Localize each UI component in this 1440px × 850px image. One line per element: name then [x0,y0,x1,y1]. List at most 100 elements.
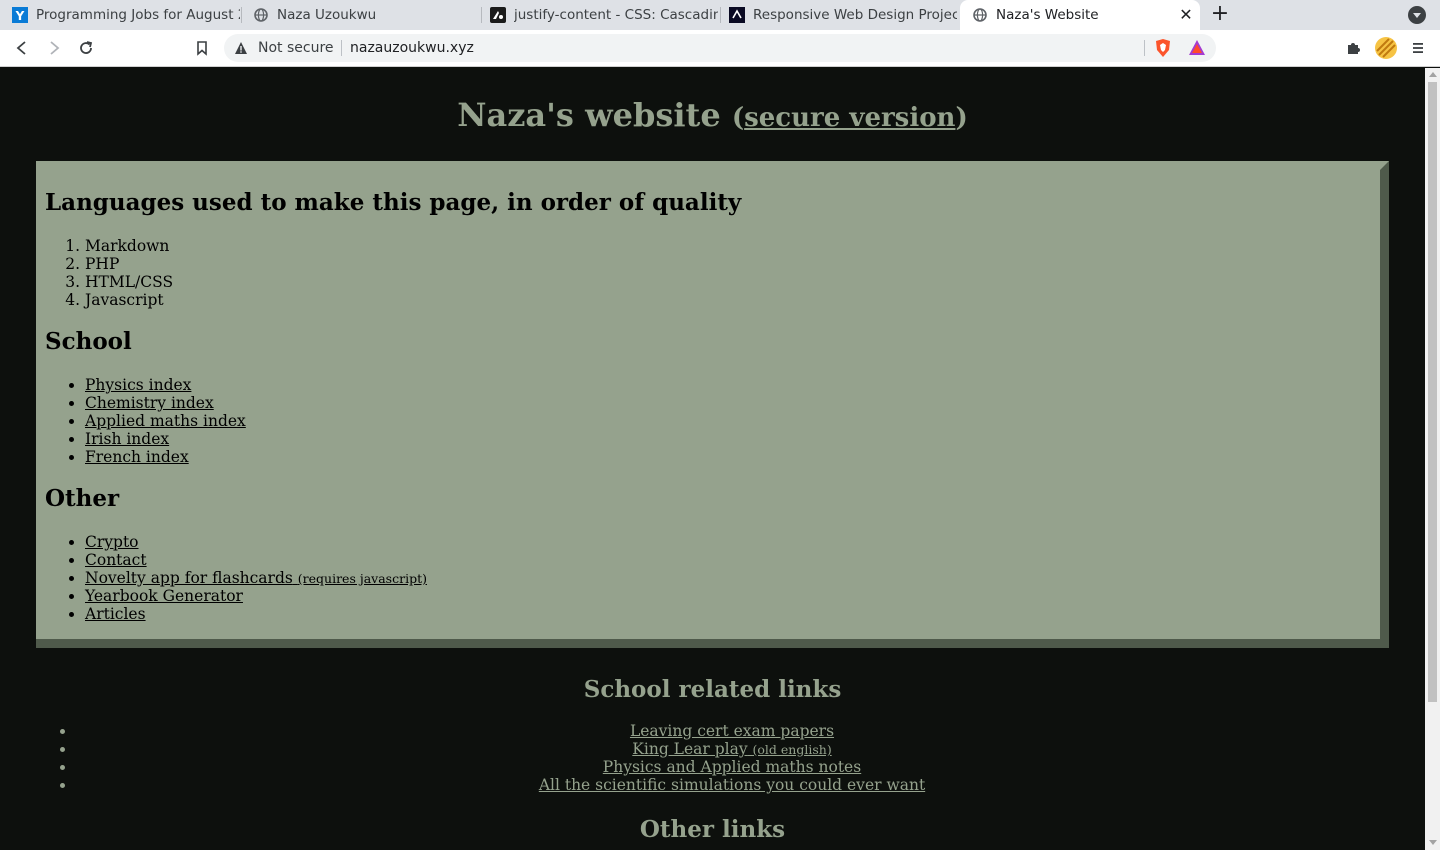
globe-icon [972,7,988,23]
list-item: Physics index [85,376,246,394]
list-item: Chemistry index [85,394,246,412]
tab-strip: Y Programming Jobs for August 2 Naza Uzo… [0,0,1440,30]
reload-button[interactable] [76,38,96,58]
secure-version-link[interactable]: secure version [744,103,955,133]
physics-index-link[interactable]: Physics index [85,376,191,394]
irish-index-link[interactable]: Irish index [85,430,169,448]
tab-responsive-web-design[interactable]: Responsive Web Design Projec [717,0,957,30]
list-item: All the scientific simulations you could… [76,776,1388,794]
reload-icon [80,41,93,54]
address-bar[interactable]: Not secure nazauzoukwu.xyz [224,34,1216,62]
list-item: PHP [85,255,173,273]
tab-nazas-website[interactable]: Naza's Website ✕ [960,0,1200,30]
security-label[interactable]: Not secure [258,40,334,56]
languages-list: Markdown PHP HTML/CSS Javascript [85,237,173,309]
list-item: French index [85,448,246,466]
list-item: Applied maths index [85,412,246,430]
king-lear-note: (old english) [752,742,832,757]
list-item: Crypto [85,533,427,551]
brave-shields-icon[interactable] [1154,38,1172,62]
page-viewport: Naza's website (secure version) Language… [0,68,1425,850]
divider [1144,40,1145,56]
tab-title: Naza Uzoukwu [277,7,377,23]
svg-text:Y: Y [15,9,25,23]
secure-version-wrapper: (secure version) [732,103,968,133]
list-item: Physics and Applied maths notes [76,758,1388,776]
freecodecamp-icon [729,7,745,23]
browser-toolbar: Not secure nazauzoukwu.xyz [0,30,1440,67]
back-button[interactable] [12,38,32,58]
french-index-link[interactable]: French index [85,448,189,466]
new-tab-button[interactable]: + [1208,3,1232,27]
forward-arrow-icon [50,41,60,55]
mdn-icon [490,7,506,23]
list-item: Yearbook Generator [85,587,427,605]
extensions-button[interactable] [1344,38,1364,58]
list-item: Markdown [85,237,173,255]
bookmark-button[interactable] [192,38,212,58]
list-item: Leaving cert exam papers [76,722,1388,740]
site-title-text: Naza's website [457,96,721,134]
scientific-simulations-link[interactable]: All the scientific simulations you could… [539,776,925,794]
tab-title: Responsive Web Design Projec [753,7,957,23]
school-list: Physics index Chemistry index Applied ma… [85,376,246,466]
brave-rewards-icon[interactable] [1188,39,1206,61]
tab-search-icon[interactable] [1408,6,1426,24]
yearbook-generator-link[interactable]: Yearbook Generator [85,587,243,605]
school-heading: School [45,328,132,355]
close-tab-icon[interactable]: ✕ [1178,7,1194,23]
box-corner [36,639,45,648]
forward-button[interactable] [44,38,64,58]
crypto-link[interactable]: Crypto [85,533,139,551]
languages-heading: Languages used to make this page, in ord… [45,189,742,216]
tab-title: Programming Jobs for August 2 [36,7,240,23]
hamburger-menu-icon [1413,43,1423,53]
main-content-box: Languages used to make this page, in ord… [36,161,1389,648]
divider [341,40,342,56]
tab-naza-uzoukwu[interactable]: Naza Uzoukwu [241,0,481,30]
tab-title: justify-content - CSS: Cascading [514,7,718,23]
king-lear-label: King Lear play [632,740,748,758]
king-lear-link[interactable]: King Lear play (old english) [632,740,831,758]
warning-icon[interactable] [234,40,248,59]
list-item: Irish index [85,430,246,448]
page-title: Naza's website (secure version) [0,96,1425,134]
avatar [1375,37,1397,59]
paren-close: ) [955,103,968,133]
list-item: King Lear play (old english) [76,740,1388,758]
chemistry-index-link[interactable]: Chemistry index [85,394,214,412]
flashcards-link[interactable]: Novelty app for flashcards (requires jav… [85,569,427,587]
articles-link[interactable]: Articles [85,605,146,623]
scroll-up-icon[interactable] [1429,72,1437,77]
list-item: Novelty app for flashcards (requires jav… [85,569,427,587]
list-item: Contact [85,551,427,569]
back-arrow-icon [16,41,26,55]
list-item: Articles [85,605,427,623]
vertical-scrollbar[interactable] [1425,68,1440,850]
puzzle-icon [1348,43,1360,54]
other-links-heading: Other links [639,816,786,843]
profile-avatar[interactable] [1374,36,1398,60]
contact-link[interactable]: Contact [85,551,147,569]
tab-programming-jobs[interactable]: Y Programming Jobs for August 2 [0,0,240,30]
tab-title: Naza's Website [996,7,1099,23]
globe-icon [253,7,269,23]
list-item: HTML/CSS [85,273,173,291]
physics-applied-notes-link[interactable]: Physics and Applied maths notes [603,758,861,776]
scrollbar-thumb[interactable] [1428,82,1437,702]
flashcards-note: (requires javascript) [297,571,427,586]
leaving-cert-papers-link[interactable]: Leaving cert exam papers [630,722,834,740]
school-related-links-heading: School related links [583,676,842,703]
paren-open: ( [731,103,745,133]
flashcards-label: Novelty app for flashcards [85,569,293,587]
bookmark-icon [197,41,207,56]
school-related-links-list: Leaving cert exam papers King Lear play … [76,722,1388,794]
other-heading: Other [45,485,120,512]
list-item: Javascript [85,291,173,309]
url-text[interactable]: nazauzoukwu.xyz [350,40,474,56]
other-list: Crypto Contact Novelty app for flashcard… [85,533,427,623]
applied-maths-index-link[interactable]: Applied maths index [85,412,246,430]
scroll-down-icon[interactable] [1429,840,1437,845]
menu-button[interactable] [1408,38,1428,58]
tab-justify-content[interactable]: justify-content - CSS: Cascading [478,0,718,30]
